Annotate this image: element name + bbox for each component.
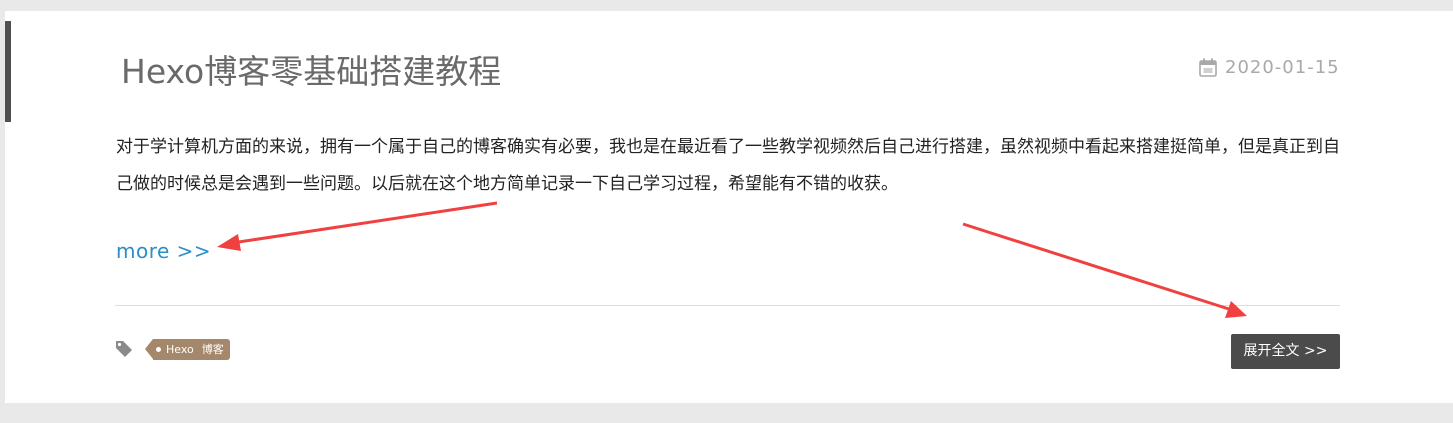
more-link[interactable]: more >> — [116, 239, 211, 263]
post-excerpt: 对于学计算机方面的来说，拥有一个属于自己的博客确实有必要，我也是在最近看了一些教… — [116, 137, 1340, 194]
card-accent-bar — [5, 21, 11, 122]
tag-hexo[interactable]: Hexo — [166, 339, 194, 360]
post-date: 2020-01-15 — [1199, 56, 1340, 78]
tag-hole-dot — [156, 347, 161, 352]
post-title[interactable]: Hexo博客零基础搭建教程 — [121, 49, 501, 95]
tag-list[interactable]: Hexo 博客 — [145, 339, 230, 360]
tag-icon — [116, 341, 132, 357]
footer-divider — [115, 305, 1340, 306]
tag-blog[interactable]: 博客 — [202, 339, 224, 360]
post-date-text: 2020-01-15 — [1225, 56, 1340, 78]
post-card: Hexo博客零基础搭建教程 2020-01-15 对于学计算机方面的来说，拥有一… — [5, 11, 1453, 403]
calendar-icon — [1199, 58, 1217, 77]
expand-full-text-button[interactable]: 展开全文 >> — [1231, 334, 1340, 369]
